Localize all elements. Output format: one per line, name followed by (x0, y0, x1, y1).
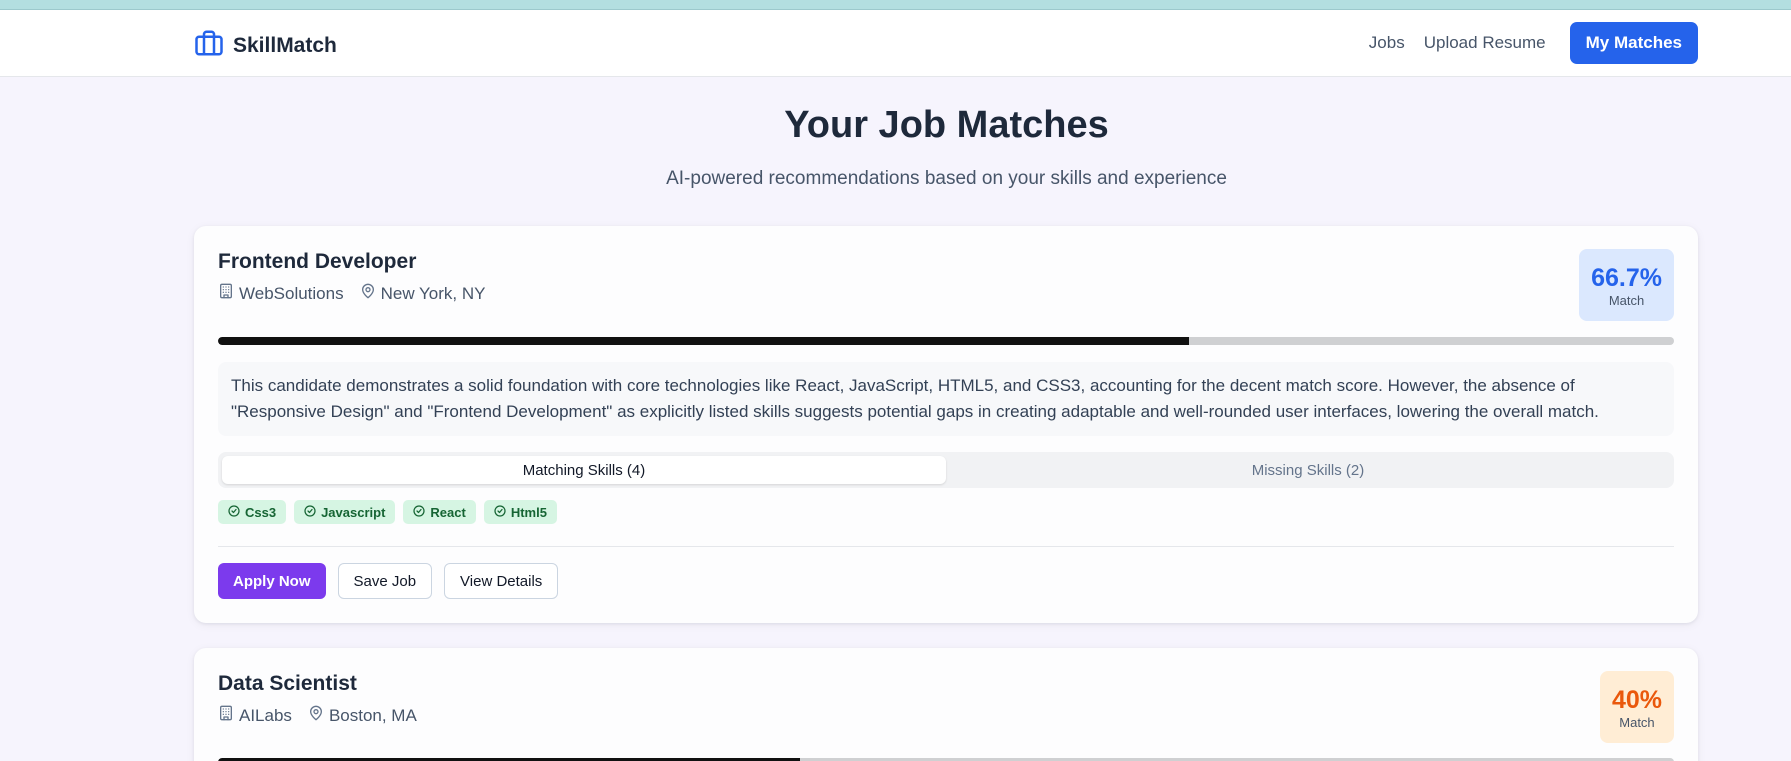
match-score-badge: 40% Match (1599, 671, 1674, 743)
skill-chip: Css3 (218, 500, 287, 524)
browser-top-strip (0, 0, 1791, 10)
match-progress-fill (218, 337, 1190, 345)
company: AILabs (218, 705, 292, 726)
match-progress-bar (218, 337, 1674, 345)
location-text: Boston, MA (328, 705, 417, 725)
match-score-label: Match (1608, 292, 1645, 308)
card-divider (218, 546, 1674, 547)
building-icon (218, 283, 234, 304)
tab-missing-skills[interactable]: Missing Skills (2) (946, 456, 1670, 484)
match-score-value: 40% (1611, 685, 1662, 714)
location: Boston, MA (308, 705, 417, 726)
company-name: AILabs (239, 705, 292, 725)
page-subtitle: AI-powered recommendations based on your… (666, 168, 1227, 189)
match-score-badge: 66.7% Match (1579, 249, 1674, 321)
building-icon (218, 705, 234, 726)
skills-tabs: Matching Skills (4) Missing Skills (2) (218, 452, 1674, 488)
nav-button-my-matches[interactable]: My Matches (1569, 22, 1698, 64)
skill-label: React (430, 504, 466, 520)
skill-label: Html5 (510, 504, 547, 520)
company-name: WebSolutions (239, 283, 344, 303)
match-score-value: 66.7% (1591, 263, 1662, 292)
skill-chip: React (403, 500, 476, 524)
check-circle-icon (494, 504, 506, 520)
company: WebSolutions (218, 283, 344, 304)
nav-link-upload-resume[interactable]: Upload Resume (1424, 33, 1546, 53)
job-meta: WebSolutions New York, NY (218, 283, 501, 304)
check-circle-icon (413, 504, 426, 520)
apply-now-button[interactable]: Apply Now (218, 563, 326, 599)
job-meta: AILabs Boston, MA (218, 705, 433, 726)
job-actions: Apply Now Save Job View Details (218, 563, 570, 599)
brand-name: SkillMatch (233, 33, 337, 57)
briefcase-icon (194, 28, 224, 63)
location: New York, NY (360, 283, 486, 304)
view-details-button[interactable]: View Details (444, 563, 559, 599)
skill-label: Javascript (321, 504, 386, 520)
check-circle-icon (228, 504, 240, 520)
match-score-label: Match (1619, 714, 1655, 730)
match-summary: This candidate demonstrates a solid foun… (218, 362, 1674, 436)
job-title: Data Scientist (218, 672, 357, 695)
check-circle-icon (304, 504, 316, 520)
skill-chip: Html5 (483, 500, 557, 524)
location-text: New York, NY (380, 283, 486, 303)
navbar: SkillMatch Jobs Upload Resume My Matches (0, 10, 1791, 77)
job-card: Data Scientist AILabs Boston, MA 40% Mat… (194, 648, 1698, 761)
map-pin-icon (308, 705, 324, 726)
nav-link-jobs[interactable]: Jobs (1369, 33, 1405, 53)
brand[interactable]: SkillMatch (194, 28, 337, 63)
map-pin-icon (360, 283, 376, 304)
matching-skills-list: Css3 Javascript React Html5 (218, 500, 565, 524)
skill-chip: Javascript (294, 500, 396, 524)
job-title: Frontend Developer (218, 250, 417, 273)
tab-matching-skills[interactable]: Matching Skills (4) (222, 456, 946, 484)
job-card: Frontend Developer WebSolutions New York… (194, 226, 1698, 623)
nav-links: Jobs Upload Resume My Matches (1369, 22, 1698, 64)
page-title: Your Job Matches (784, 104, 1109, 146)
skill-label: Css3 (245, 504, 277, 520)
save-job-button[interactable]: Save Job (337, 563, 433, 599)
